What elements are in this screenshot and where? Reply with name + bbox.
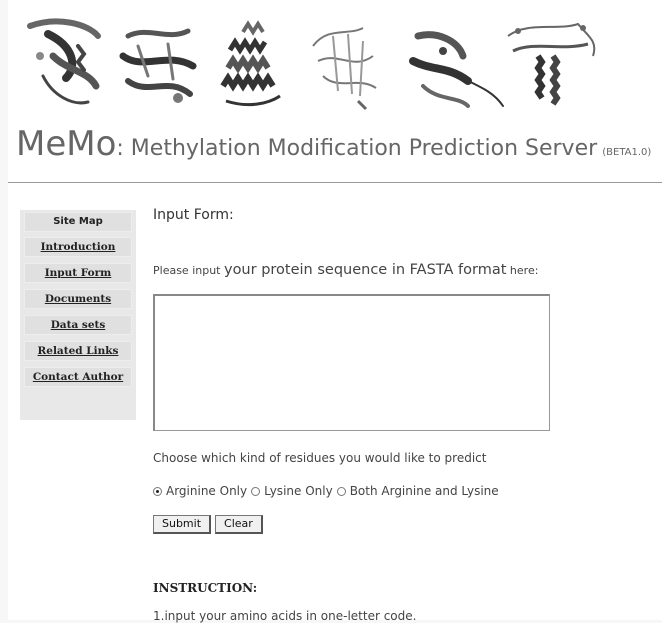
radio-both[interactable] bbox=[336, 486, 346, 496]
prompt-emphasis: your protein sequence in FASTA format bbox=[223, 262, 507, 278]
clear-button[interactable]: Clear bbox=[215, 515, 263, 534]
memo-logo: MeMo bbox=[16, 124, 117, 164]
radio-arginine-only[interactable] bbox=[153, 486, 162, 496]
prompt-prefix: Please input bbox=[153, 264, 224, 277]
protein-structure-1 bbox=[27, 18, 101, 105]
sidebar-item-related-links[interactable]: Related Links bbox=[24, 341, 132, 361]
page: MeMo: Methylation Modification Predictio… bbox=[8, 0, 662, 623]
instruction-line-1: 1.input your amino acids in one-letter c… bbox=[153, 609, 417, 623]
residue-radio-group: Arginine Only Lysine Only Both Arginine … bbox=[153, 484, 503, 498]
instruction-heading: INSTRUCTION: bbox=[153, 581, 258, 595]
radio-label-arginine-only: Arginine Only bbox=[166, 484, 248, 498]
submit-button[interactable]: Submit bbox=[153, 515, 212, 534]
radio-lysine-only[interactable] bbox=[251, 486, 261, 496]
sidebar: Site Map Introduction Input Form Documen… bbox=[20, 210, 136, 420]
residue-choice-label: Choose which kind of residues you would … bbox=[153, 451, 487, 465]
input-form-heading: Input Form: bbox=[153, 207, 234, 223]
sidebar-item-contact-author[interactable]: Contact Author bbox=[24, 367, 132, 387]
radio-label-both: Both Arginine and Lysine bbox=[349, 484, 499, 498]
sidebar-item-data-sets[interactable]: Data sets bbox=[24, 315, 132, 335]
main-content: Input Form: Please input your protein se… bbox=[153, 0, 653, 623]
radio-label-lysine-only: Lysine Only bbox=[264, 484, 333, 498]
sidebar-item-site-map: Site Map bbox=[24, 212, 132, 232]
sidebar-item-documents[interactable]: Documents bbox=[24, 289, 132, 309]
sequence-textarea[interactable] bbox=[153, 294, 550, 431]
sequence-prompt: Please input your protein sequence in FA… bbox=[153, 259, 538, 278]
prompt-suffix: here: bbox=[506, 264, 539, 277]
form-buttons: Submit Clear bbox=[153, 515, 263, 534]
sidebar-item-input-form[interactable]: Input Form bbox=[24, 263, 132, 283]
sidebar-item-introduction[interactable]: Introduction bbox=[24, 237, 132, 257]
